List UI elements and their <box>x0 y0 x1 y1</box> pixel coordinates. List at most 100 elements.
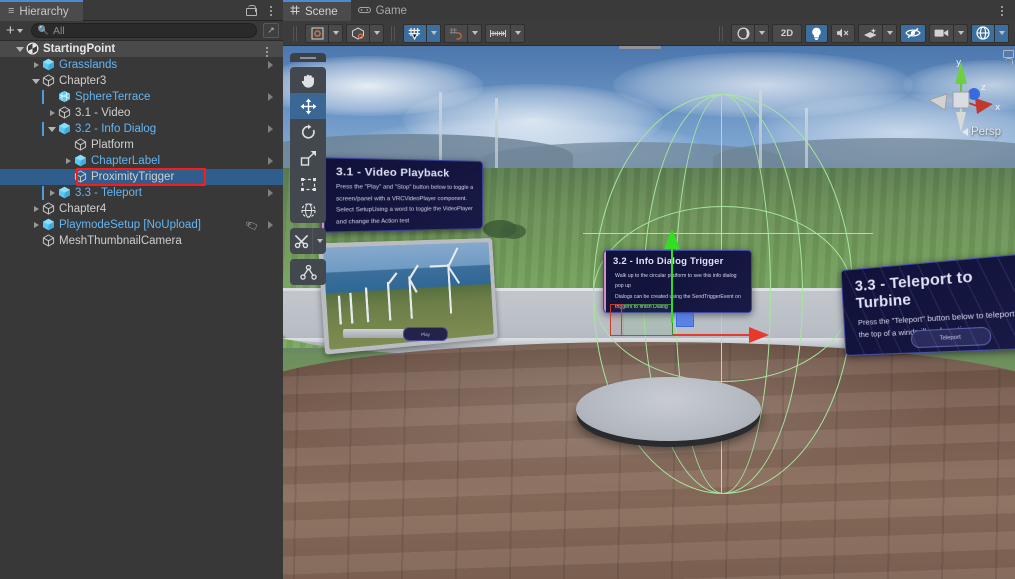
fx-dropdown-arrow-icon[interactable] <box>882 23 897 43</box>
chevron-down-icon[interactable] <box>14 41 26 57</box>
global-local-icon[interactable] <box>346 23 369 43</box>
hierarchy-row[interactable]: 3.3 - Teleport <box>0 185 283 201</box>
add-gameobject-button[interactable]: + <box>4 23 25 38</box>
scene-kebab-menu-icon[interactable] <box>994 3 1010 19</box>
tab-hierarchy[interactable]: ≡ Hierarchy <box>0 0 83 21</box>
projection-mode-label[interactable]: Persp <box>961 126 1001 138</box>
move-arrows-icon[interactable] <box>290 93 326 119</box>
grid-snap-dropdown-arrow-icon[interactable] <box>426 23 441 43</box>
scale-icon[interactable] <box>290 145 326 171</box>
chevron-down-icon[interactable] <box>46 121 58 137</box>
viewport-overlay-grip[interactable] <box>619 46 661 49</box>
chevron-right-icon[interactable] <box>30 217 42 233</box>
hierarchy-row[interactable]: MeshThumbnailCamera <box>0 233 283 249</box>
increment-snapping-group[interactable] <box>485 23 525 43</box>
joint-icon[interactable] <box>290 259 326 285</box>
hand-icon[interactable] <box>290 67 326 93</box>
lightbulb-icon[interactable] <box>805 23 828 43</box>
ruler-icon[interactable] <box>485 23 510 43</box>
hierarchy-row[interactable]: ChapterLabel <box>0 153 283 169</box>
gizmos-group[interactable] <box>971 23 1009 43</box>
grid-snapping-group[interactable] <box>403 23 441 43</box>
shaded-sphere-icon[interactable] <box>731 23 754 43</box>
hierarchy-row[interactable]: Chapter4 <box>0 201 283 217</box>
hierarchy-row[interactable]: Platform <box>0 137 283 153</box>
toolbar-grip[interactable] <box>293 25 298 41</box>
search-field[interactable]: 🔍 <box>30 23 257 38</box>
chevron-right-icon[interactable] <box>30 201 42 217</box>
toolbar-grip-3[interactable] <box>719 25 724 41</box>
tab-game[interactable]: Game <box>351 0 420 21</box>
hierarchy-row[interactable]: Grasslands <box>0 57 283 73</box>
open-prefab-chevron-icon[interactable] <box>268 189 273 197</box>
search-input[interactable] <box>52 24 250 37</box>
wrench-screwdriver-icon[interactable] <box>290 228 312 254</box>
info-panel-teleport[interactable]: 3.3 - Teleport to Turbine Press the "Tel… <box>840 252 1015 356</box>
open-prefab-chevron-icon[interactable] <box>268 93 273 101</box>
rotate-icon[interactable] <box>290 119 326 145</box>
camera-settings-group[interactable] <box>929 23 968 43</box>
transform-icon[interactable] <box>290 197 326 223</box>
tool-handle-pivot-group[interactable] <box>305 23 343 43</box>
pivot-dropdown-arrow-icon[interactable] <box>328 23 343 43</box>
gizmo-axis-x-head-icon[interactable] <box>749 327 769 343</box>
gizmo-axis-x[interactable] <box>673 334 753 336</box>
gizmo-plane-xz[interactable] <box>621 304 673 336</box>
open-prefab-chevron-icon[interactable] <box>268 221 273 229</box>
open-prefab-chevron-icon[interactable] <box>268 61 273 69</box>
tool-handle-rotation-group[interactable] <box>346 23 384 43</box>
chevron-right-icon[interactable] <box>62 153 74 169</box>
scene-tools-overlay[interactable] <box>290 53 326 285</box>
pivot-center-icon[interactable] <box>305 23 328 43</box>
camera-icon[interactable] <box>929 23 953 43</box>
hierarchy-row[interactable]: SphereTerrace <box>0 89 283 105</box>
teleport-button[interactable]: Teleport <box>910 326 992 349</box>
gizmo-axis-y-head-icon[interactable] <box>664 229 680 249</box>
chevron-right-icon[interactable] <box>30 57 42 73</box>
lock-icon[interactable] <box>242 3 258 19</box>
toolbar-grip-2[interactable] <box>391 25 396 41</box>
chevron-right-icon[interactable] <box>46 185 58 201</box>
scene-fx-group[interactable] <box>858 23 897 43</box>
audio-mute-icon[interactable] <box>831 23 855 43</box>
magnet-dropdown-arrow-icon[interactable] <box>467 23 482 43</box>
gizmo-axis-z[interactable] <box>676 313 694 327</box>
hierarchy-row[interactable]: Chapter3 <box>0 73 283 89</box>
magnet-snapping-group[interactable] <box>444 23 482 43</box>
grid-snap-icon[interactable] <box>403 23 426 43</box>
custom-tools-dropdown-arrow-icon[interactable] <box>312 228 326 254</box>
draw-mode-dropdown-arrow-icon[interactable] <box>754 23 769 43</box>
increment-dropdown-arrow-icon[interactable] <box>510 23 525 43</box>
rect-transform-icon[interactable] <box>290 171 326 197</box>
hierarchy-row[interactable]: StartingPoint <box>0 41 283 57</box>
gizmos-icon[interactable] <box>971 23 994 43</box>
custom-tools-row[interactable] <box>290 228 326 254</box>
draw-mode-group[interactable] <box>731 23 769 43</box>
info-panel-video[interactable]: 3.1 - Video Playback Press the "Play" an… <box>320 157 483 233</box>
hierarchy-row[interactable]: ProximityTrigger <box>0 169 283 185</box>
gizmos-dropdown-arrow-icon[interactable] <box>994 23 1009 43</box>
magnet-snap-icon[interactable] <box>444 23 467 43</box>
open-prefab-chevron-icon[interactable] <box>268 125 273 133</box>
gizmo-plane-yz[interactable] <box>610 304 624 336</box>
hierarchy-row[interactable]: 3.1 - Video <box>0 105 283 121</box>
2d-toggle-button[interactable]: 2D <box>772 23 802 43</box>
effects-icon[interactable] <box>858 23 882 43</box>
open-prefab-chevron-icon[interactable] <box>268 157 273 165</box>
rotation-dropdown-arrow-icon[interactable] <box>369 23 384 43</box>
hierarchy-row[interactable]: 3.2 - Info Dialog <box>0 121 283 137</box>
eye-off-icon[interactable] <box>900 23 926 43</box>
camera-dropdown-arrow-icon[interactable] <box>953 23 968 43</box>
tab-scene[interactable]: Scene <box>283 0 351 21</box>
circular-platform[interactable] <box>576 377 761 441</box>
video-play-button[interactable]: Play <box>403 327 448 341</box>
open-external-icon[interactable]: ↗ <box>263 23 279 38</box>
kebab-menu-icon[interactable] <box>263 3 279 19</box>
scene-viewport[interactable]: 3.1 - Video Playback Press the "Play" an… <box>283 46 1015 579</box>
hierarchy-row[interactable]: PlaymodeSetup [NoUpload] 🏷 <box>0 217 283 234</box>
tools-drag-handle[interactable] <box>290 53 326 62</box>
chevron-right-icon[interactable] <box>46 105 58 121</box>
gizmo-axis-y[interactable] <box>671 237 673 323</box>
hierarchy-tree[interactable]: StartingPoint Grasslands Chapter3 SphereTer… <box>0 41 283 579</box>
chevron-down-icon[interactable] <box>30 73 42 89</box>
